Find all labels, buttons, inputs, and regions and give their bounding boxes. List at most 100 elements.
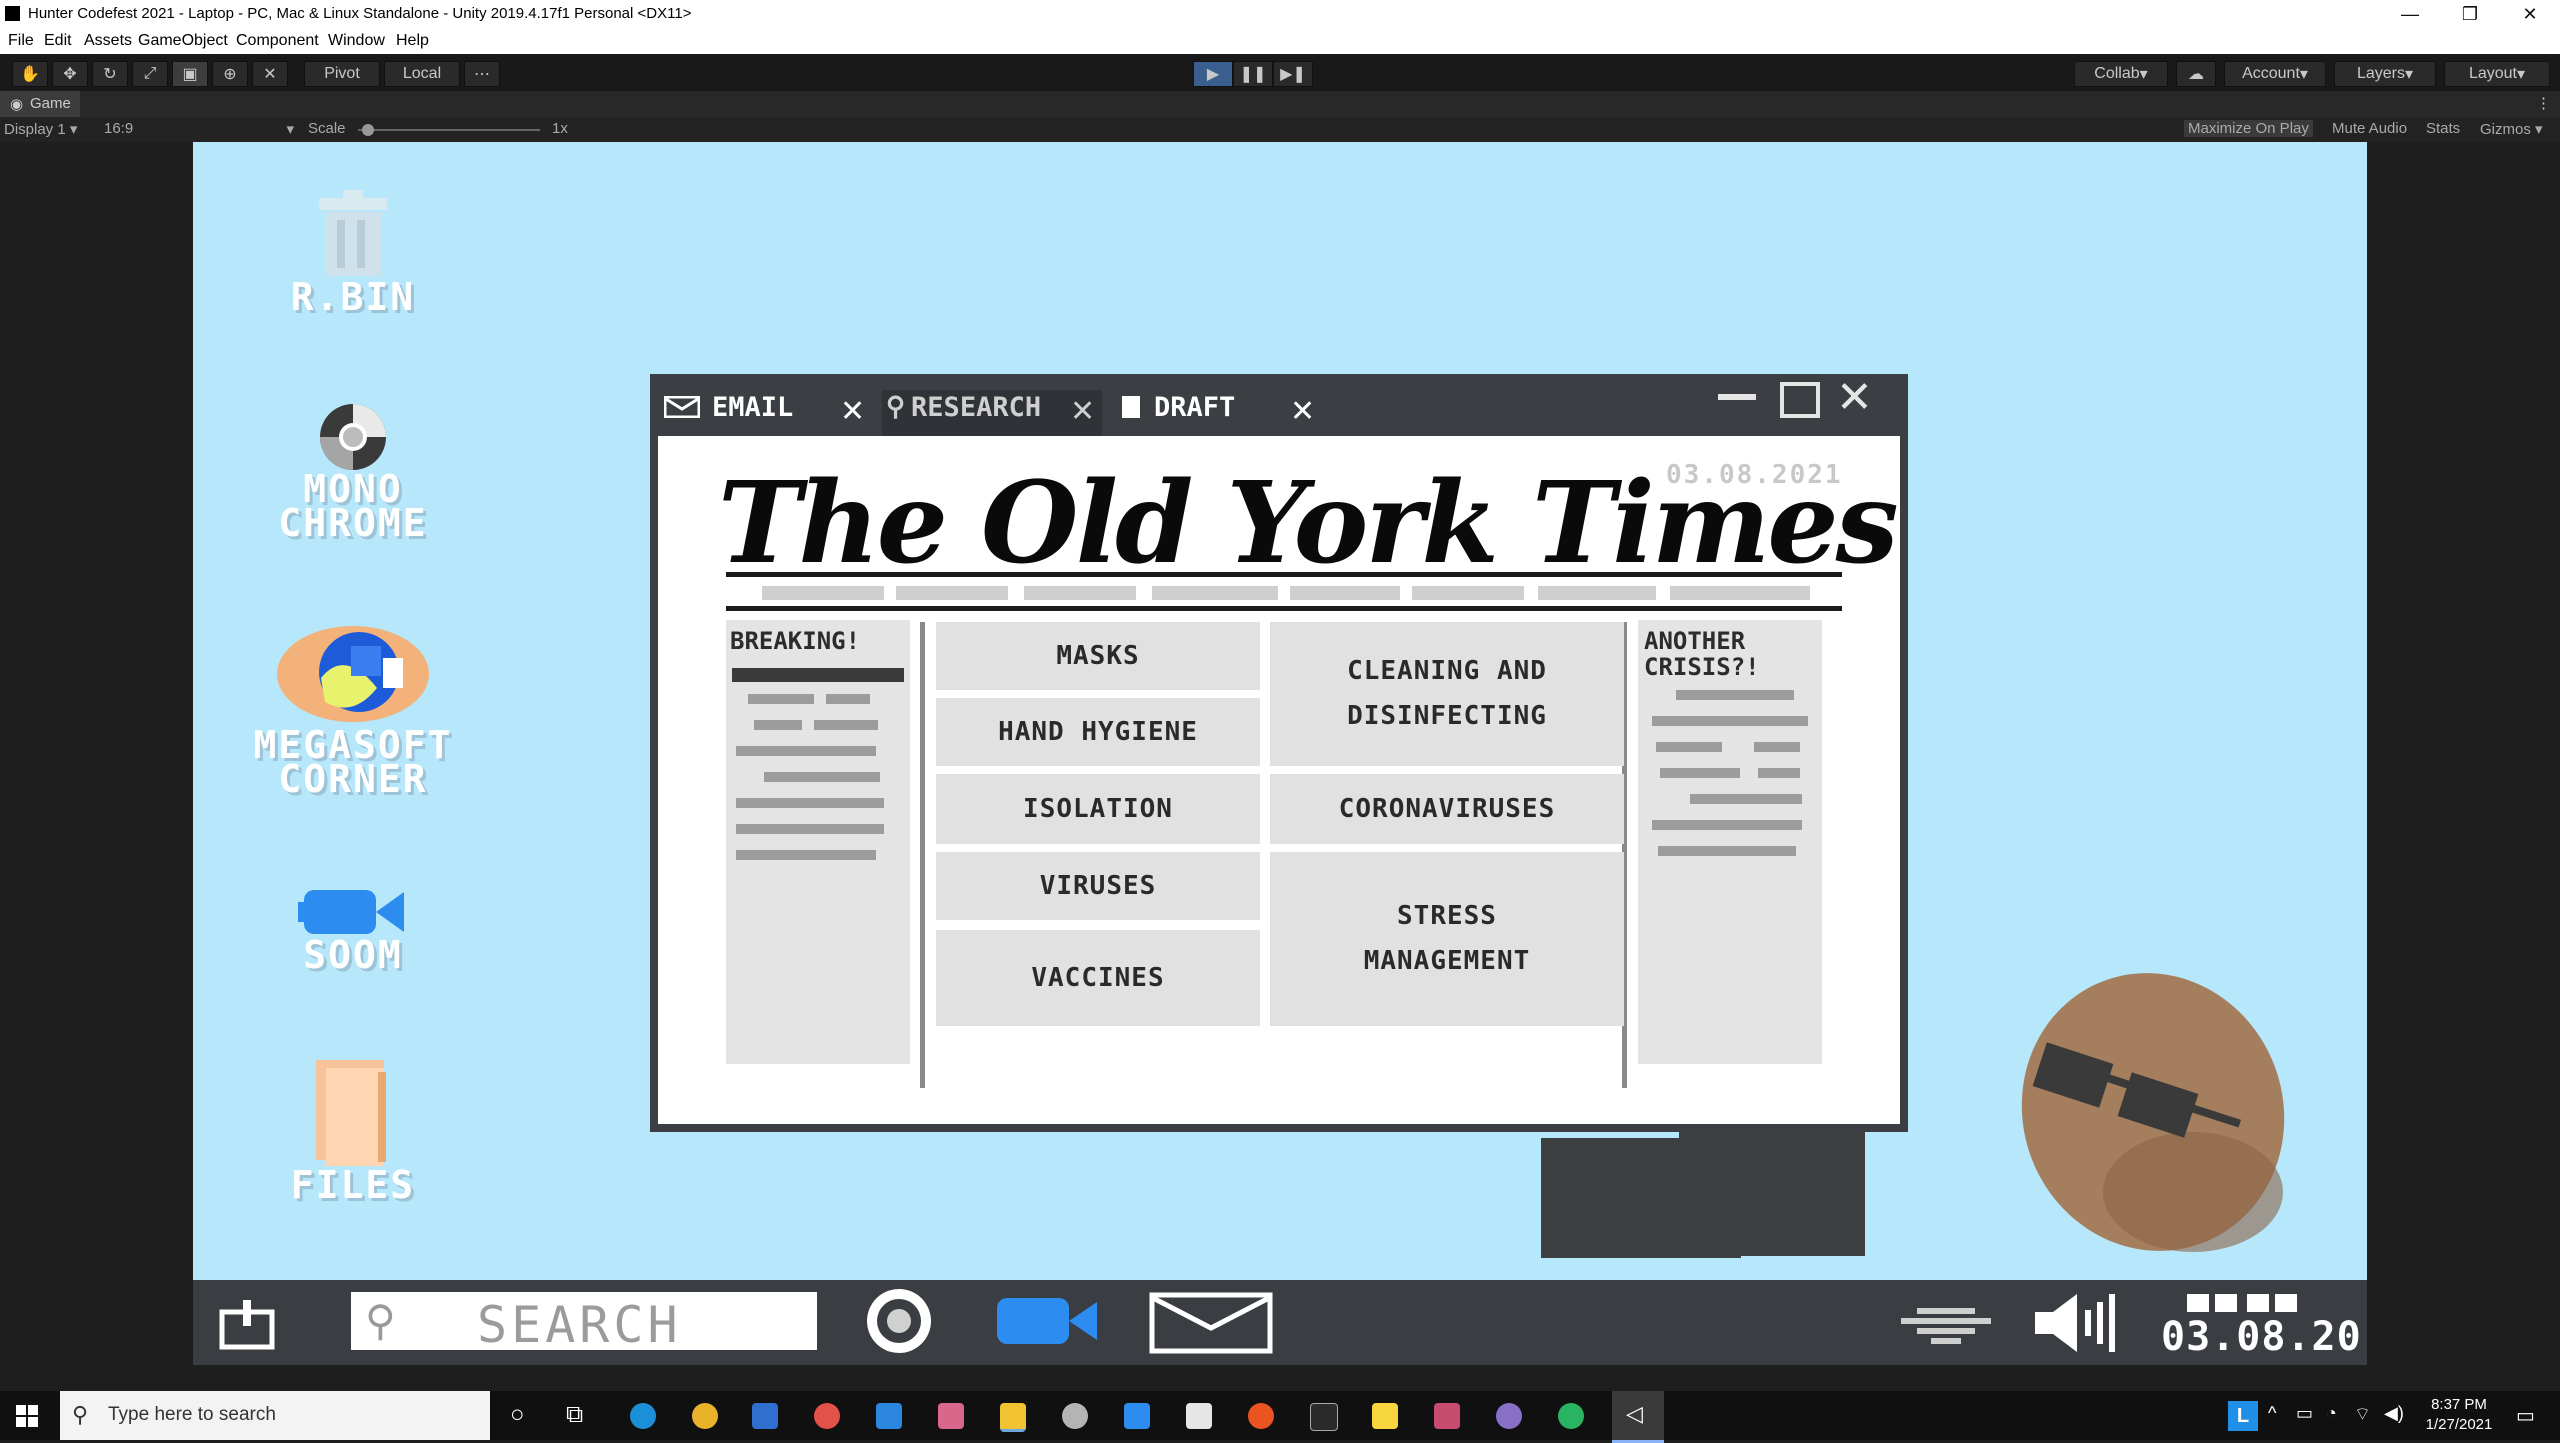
desktop-icon-soom[interactable]: SOOM (253, 886, 453, 977)
desktop-icon-monochrome[interactable]: MONO CHROME (253, 402, 453, 542)
layout-label: Layout (2468, 65, 2517, 82)
menu-file[interactable]: File (8, 32, 34, 50)
wifi-icon[interactable] (1901, 1300, 1991, 1348)
mail-icon[interactable] (876, 1403, 902, 1429)
tab-research-header[interactable]: ⚲ RESEARCH (886, 390, 1041, 424)
play-button[interactable]: ▶ (1193, 61, 1233, 87)
layout-dropdown[interactable]: Layout ▾ (2444, 61, 2550, 87)
app-pink-icon[interactable] (1434, 1403, 1460, 1429)
menu-edit[interactable]: Edit (44, 32, 72, 50)
app-green-icon[interactable] (1558, 1403, 1584, 1429)
move-tool-icon[interactable]: ✥ (52, 61, 88, 87)
document-app-icon[interactable] (1186, 1403, 1212, 1429)
game-search-input[interactable]: ⚲ SEARCH (351, 1292, 817, 1354)
cloud-icon[interactable]: ☁ (2176, 61, 2216, 87)
cortana-icon[interactable]: ○ (510, 1401, 525, 1429)
menu-gameobject[interactable]: GameObject (138, 32, 228, 50)
store-icon[interactable] (752, 1403, 778, 1429)
file-explorer-icon[interactable] (1000, 1403, 1026, 1432)
aspect-dropdown[interactable]: 16:9 ▾ (104, 120, 294, 138)
tab-draft-header[interactable]: DRAFT (1120, 390, 1235, 424)
app-maximize-icon[interactable] (1780, 382, 1820, 418)
unity-taskbar-button[interactable]: ◁ (1612, 1391, 1664, 1443)
topic-coronaviruses[interactable]: CORONAVIRUSES (1270, 774, 1624, 844)
scale-slider-handle[interactable] (361, 124, 374, 136)
topic-vaccines[interactable]: VACCINES (936, 930, 1260, 1026)
ubuntu-icon[interactable] (1248, 1403, 1274, 1429)
desktop-icon-files[interactable]: FILES (253, 1058, 453, 1204)
desktop-icon-rbin[interactable]: R.BIN (253, 190, 453, 316)
tray-network-icon[interactable]: ⌔ (2354, 1403, 2371, 1426)
step-button[interactable]: ▶❚ (1273, 61, 1313, 87)
system-clock[interactable]: 8:37 PM 1/27/2021 (2414, 1395, 2504, 1435)
chrome-icon[interactable] (692, 1403, 718, 1429)
rotate-tool-icon[interactable]: ↻ (92, 61, 128, 87)
topic-cleaning-disinfecting[interactable]: CLEANING AND DISINFECTING (1270, 622, 1624, 766)
game-tab[interactable]: ◉ Game (0, 91, 80, 117)
desktop-icon-megasoft[interactable]: MEGASOFT CORNER (213, 618, 493, 798)
app-gray-icon[interactable] (1062, 1403, 1088, 1429)
zoom-icon[interactable] (1124, 1403, 1150, 1429)
power-icon[interactable] (219, 1298, 275, 1350)
mail-taskbar-icon[interactable] (1149, 1292, 1273, 1354)
task-view-icon[interactable]: ⧉ (566, 1401, 583, 1429)
tray-app-icon[interactable]: L (2228, 1401, 2258, 1431)
tray-chevron-icon[interactable]: ^ (2268, 1403, 2276, 1424)
account-dropdown[interactable]: Account ▾ (2224, 61, 2326, 87)
windows-start-icon[interactable] (16, 1405, 38, 1427)
more-options-icon[interactable]: ⋮ (2536, 94, 2551, 112)
display-dropdown[interactable]: Display 1 ▾ (4, 120, 77, 138)
hand-tool-icon[interactable]: ✋ (12, 61, 48, 87)
topic-viruses[interactable]: VIRUSES (936, 852, 1260, 920)
desktop-icon-label: SOOM (303, 933, 403, 977)
github-icon[interactable] (1496, 1403, 1522, 1429)
topic-masks[interactable]: MASKS (936, 622, 1260, 690)
topic-stress-management[interactable]: STRESS MANAGEMENT (1270, 852, 1624, 1026)
sticky-notes-icon[interactable] (1372, 1403, 1398, 1429)
scale-tool-icon[interactable]: ⤢ (132, 61, 168, 87)
minimize-button[interactable]: — (2380, 0, 2440, 29)
scale-slider[interactable] (358, 124, 540, 136)
edge-icon[interactable] (630, 1403, 656, 1429)
tray-volume-icon[interactable]: ◀) (2384, 1403, 2404, 1424)
tab-email-close-icon[interactable]: ✕ (840, 394, 865, 429)
app-character-icon[interactable] (938, 1403, 964, 1429)
menu-component[interactable]: Component (236, 32, 319, 50)
monochrome-taskbar-icon[interactable] (857, 1286, 941, 1356)
topic-hand-hygiene[interactable]: HAND HYGIENE (936, 698, 1260, 766)
notification-icon[interactable]: ▭ (2516, 1403, 2535, 1428)
local-toggle[interactable]: Local (384, 61, 460, 87)
mute-audio-toggle[interactable]: Mute Audio (2332, 120, 2407, 137)
menu-window[interactable]: Window (328, 32, 385, 50)
app-close-icon[interactable]: ✕ (1836, 376, 1873, 420)
tray-wifi-icon[interactable]: ◔ (2326, 1403, 2337, 1424)
system-date: 1/27/2021 (2425, 1416, 2493, 1433)
pause-button[interactable]: ❚❚ (1233, 61, 1273, 87)
tray-device-icon[interactable]: ▭ (2296, 1403, 2313, 1424)
tab-email-header[interactable]: EMAIL (664, 390, 793, 424)
soom-taskbar-icon[interactable] (989, 1294, 1101, 1348)
tab-draft-close-icon[interactable]: ✕ (1290, 394, 1315, 429)
terminal-icon[interactable] (1310, 1403, 1338, 1431)
menu-assets[interactable]: Assets (84, 32, 132, 50)
windows-search-box[interactable]: ⚲ Type here to search (60, 1391, 490, 1440)
close-button[interactable]: ✕ (2500, 0, 2560, 29)
rect-tool-icon[interactable]: ▣ (172, 61, 208, 87)
topic-isolation[interactable]: ISOLATION (936, 774, 1260, 844)
collab-dropdown[interactable]: Collab ▾ (2074, 61, 2168, 87)
restore-button[interactable]: ❐ (2440, 0, 2500, 29)
tab-research-close-icon[interactable]: ✕ (1070, 394, 1095, 429)
volume-icon[interactable] (2031, 1290, 2123, 1356)
maximize-on-play-toggle[interactable]: Maximize On Play (2184, 120, 2313, 137)
stats-toggle[interactable]: Stats (2426, 120, 2460, 137)
app-minimize-icon[interactable] (1718, 394, 1756, 400)
search-icon: ⚲ (72, 1402, 89, 1427)
pivot-toggle[interactable]: Pivot (304, 61, 380, 87)
custom-tool-icon[interactable]: ✕ (252, 61, 288, 87)
gizmos-dropdown[interactable]: Gizmos ▾ (2480, 120, 2543, 138)
menu-help[interactable]: Help (396, 32, 429, 50)
transform-tool-icon[interactable]: ⊕ (212, 61, 248, 87)
app-red-icon[interactable] (814, 1403, 840, 1429)
layers-dropdown[interactable]: Layers ▾ (2334, 61, 2436, 87)
grid-snap-icon[interactable]: ⋯ (464, 61, 500, 87)
